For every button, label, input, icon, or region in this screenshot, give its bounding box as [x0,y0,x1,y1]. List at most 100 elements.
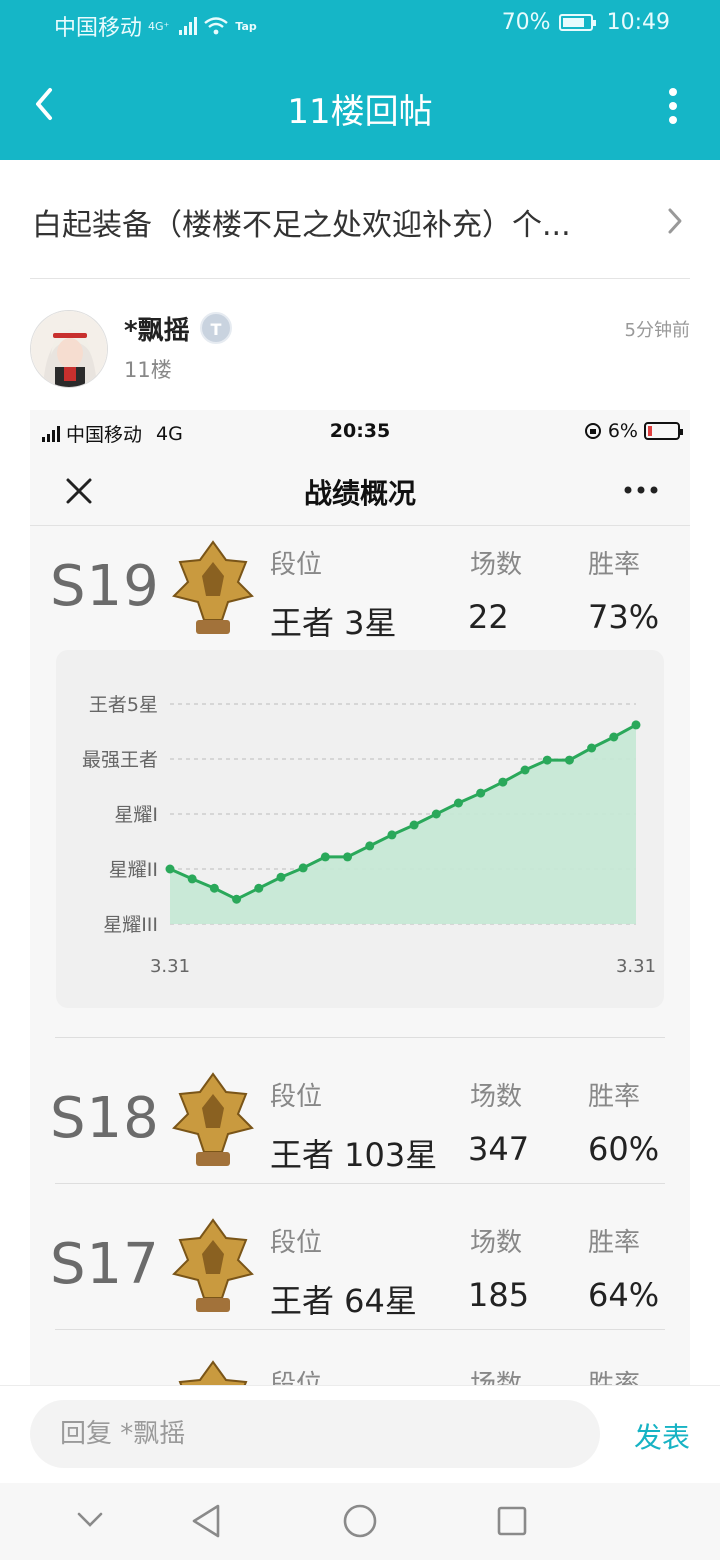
chevron-right-icon [668,208,682,234]
king-rank-emblem-icon [172,1072,254,1166]
data-point [564,755,574,765]
rank-value: 王者 103星 [270,1136,438,1174]
image-battery-icon [644,422,683,440]
data-point [365,841,375,851]
thread-title: 白起装备（楼楼不足之处欢迎补充）个... [32,208,571,243]
winrate-header: 胜率 [588,1228,641,1258]
divider [55,1037,665,1038]
image-title: 战绩概况 [303,477,416,510]
send-button[interactable]: 发表 [634,1416,690,1456]
more-button[interactable] [668,86,678,126]
data-point [498,777,508,787]
games-value: 347 [468,1130,530,1168]
tap-icon: Tap [235,19,257,33]
season-row: 段位 场数 胜率 [30,1360,690,1385]
rank-header: 段位 [270,1370,323,1385]
signal-icon [179,17,198,35]
data-point [276,872,286,882]
data-point [587,743,597,753]
games-value: 22 [468,598,509,636]
winrate-value: 60% [588,1130,660,1168]
rank-header: 段位 [270,550,323,580]
data-point [520,765,530,775]
winrate-header: 胜率 [588,550,641,580]
battery-percent: 70% [501,10,551,35]
more-horizontal-icon [624,486,658,494]
y-tick-label: 星耀I [114,804,158,826]
games-header: 场数 [470,1082,523,1112]
rank-header: 段位 [270,1082,323,1112]
winrate-value: 64% [588,1276,660,1314]
data-point [631,720,641,730]
image-nav-bar: 战绩概况 [30,460,690,526]
data-point [165,864,175,874]
y-tick-label: 最强王者 [82,749,158,771]
rank-value: 王者 3星 [270,604,397,642]
reply-bar: 发表 [0,1385,720,1483]
carrier-label: 中国移动 [54,16,143,41]
divider [30,278,690,279]
games-header: 场数 [470,550,523,580]
image-status-bar: 中国移动 4G 20:35 6% [30,418,690,448]
avatar[interactable] [30,310,108,388]
back-triangle-icon[interactable] [190,1503,222,1539]
divider [55,1329,665,1330]
status-bar: 中国移动 4G⁺ Tap 70% 10:49 [0,0,720,50]
post-image[interactable]: 中国移动 4G 20:35 6% 战绩概况 S19 段位 场数 胜率 王者 3星… [30,410,690,1385]
image-battery-percent: 6% [607,420,638,442]
data-point [431,809,441,819]
data-point [343,852,353,862]
data-point [409,820,419,830]
x-tick-label: 3.31 [150,956,190,977]
king-rank-emblem-icon [178,1360,248,1385]
games-value: 185 [468,1276,530,1314]
divider [55,1183,665,1184]
season-label: S17 [50,1232,160,1297]
clock: 10:49 [606,10,670,35]
data-point [232,894,242,904]
data-point [187,874,197,884]
data-point [320,852,330,862]
rank-header: 段位 [270,1228,323,1258]
rank-trend-chart: 星耀III 星耀II 星耀I 最强王者 王者5星 3.31 3.31 [56,650,664,1008]
data-point [209,883,219,893]
y-tick-label: 星耀II [109,859,158,881]
data-point [453,798,463,808]
system-nav-bar [0,1483,720,1560]
data-point [254,883,264,893]
data-point [476,788,486,798]
page-title: 11楼回帖 [287,92,433,132]
y-tick-label: 王者5星 [89,694,158,716]
floor-label: 11楼 [124,358,172,382]
rank-value: 王者 64星 [270,1282,417,1320]
winrate-value: 73% [588,598,660,636]
rotation-lock-icon [584,423,601,439]
y-tick-label: 星耀III [103,914,158,936]
data-point [387,830,397,840]
season-label: S19 [50,554,160,619]
thread-link[interactable]: 白起装备（楼楼不足之处欢迎补充）个... [32,200,692,244]
winrate-header: 胜率 [588,1082,641,1112]
area-fill [170,724,636,924]
season-label: S18 [50,1086,160,1151]
battery-icon [558,14,596,31]
data-point [298,863,308,873]
level-badge: T [200,312,232,344]
author-name[interactable]: *飘摇 [124,310,190,347]
network-type: 4G⁺ [148,19,170,33]
reply-input[interactable] [30,1400,600,1468]
x-tick-label: 3.31 [616,956,656,977]
games-header: 场数 [470,1370,523,1385]
data-point [609,732,619,742]
post-time: 5分钟前 [624,320,690,341]
home-circle-icon[interactable] [342,1503,378,1539]
winrate-header: 胜率 [588,1370,641,1385]
rank-trend-svg: 星耀III 星耀II 星耀I 最强王者 王者5星 3.31 3.31 [82,694,656,977]
nav-bar: 11楼回帖 [0,58,720,152]
chevron-down-icon[interactable] [76,1511,104,1529]
more-vertical-icon [669,88,677,124]
games-header: 场数 [470,1228,523,1258]
data-point [542,755,552,765]
recents-square-icon[interactable] [496,1505,528,1537]
king-rank-emblem-icon [172,1218,254,1312]
